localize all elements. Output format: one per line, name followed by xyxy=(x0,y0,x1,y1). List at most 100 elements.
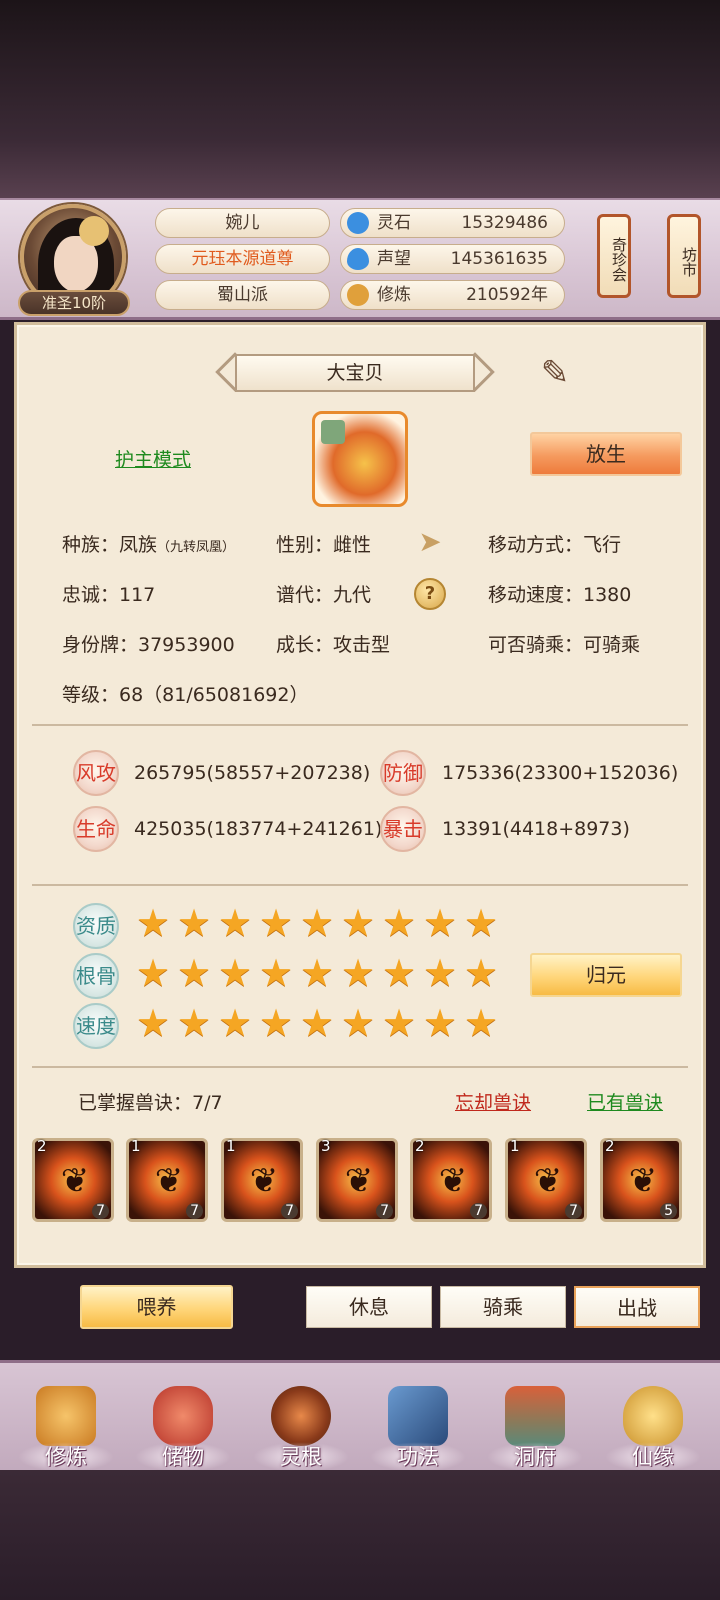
star-icon: ★ xyxy=(259,901,294,945)
restore-button[interactable]: 归元 xyxy=(530,953,682,997)
avatar-hairpin xyxy=(79,216,109,246)
skill-count: 7 xyxy=(376,1203,393,1219)
generation-info: 谱代：九代 xyxy=(276,584,372,606)
guard-mode-link[interactable]: 护主模式 xyxy=(115,445,191,472)
next-arrow-icon[interactable]: ➤ xyxy=(413,527,447,557)
skill-card[interactable]: ❦ 2 7 xyxy=(32,1137,114,1222)
star-icon: ★ xyxy=(136,1001,171,1045)
skill-card[interactable]: ❦ 2 7 xyxy=(410,1137,492,1222)
nav-label: 灵根 xyxy=(253,1442,349,1472)
section-divider xyxy=(32,1066,688,1068)
attribute-value: 425035(183774+241261) xyxy=(134,818,383,840)
skill-count: 7 xyxy=(470,1203,487,1219)
resource-label: 声望 xyxy=(377,249,411,269)
star-icon: ★ xyxy=(218,951,253,995)
book-quill-icon[interactable]: ✎ xyxy=(530,352,580,394)
phoenix-icon: ❦ xyxy=(438,1161,468,1201)
forget-skill-link[interactable]: 忘却兽诀 xyxy=(455,1088,531,1115)
star-icon: ★ xyxy=(300,901,335,945)
release-button[interactable]: 放生 xyxy=(530,432,682,476)
star-icon: ★ xyxy=(177,1001,212,1045)
help-icon[interactable]: ? xyxy=(414,578,446,610)
resource-prestige: 声望 145361635 xyxy=(340,244,565,274)
attribute-value: 175336(23300+152036) xyxy=(442,762,679,784)
player-title[interactable]: 元珏本源道尊 xyxy=(155,244,330,274)
resource-value: 15329486 xyxy=(461,213,548,233)
skill-level: 1 xyxy=(131,1137,141,1155)
star-icon: ★ xyxy=(464,1001,499,1045)
star-icon: ★ xyxy=(218,901,253,945)
nav-immortal-fate[interactable]: 仙缘 xyxy=(605,1382,701,1478)
star-icon: ★ xyxy=(341,951,376,995)
phoenix-icon: ❦ xyxy=(60,1161,90,1201)
battle-button[interactable]: 出战 xyxy=(574,1286,700,1328)
owned-skills-link[interactable]: 已有兽诀 xyxy=(587,1088,663,1115)
resource-value: 210592年 xyxy=(466,285,548,305)
star-icon: ★ xyxy=(218,1001,253,1045)
attribute-value: 265795(58557+207238) xyxy=(134,762,371,784)
nav-label: 功法 xyxy=(370,1442,466,1472)
nav-technique[interactable]: 功法 xyxy=(370,1382,466,1478)
quality-stars: ★ ★ ★ ★ ★ ★ ★ ★ ★ xyxy=(136,1001,501,1045)
star-icon: ★ xyxy=(177,901,212,945)
skill-level: 2 xyxy=(415,1137,425,1155)
star-icon: ★ xyxy=(259,951,294,995)
skill-card[interactable]: ❦ 1 7 xyxy=(221,1137,303,1222)
pet-name[interactable]: 大宝贝 xyxy=(235,354,475,392)
pet-nameplate: 大宝贝 xyxy=(215,350,495,396)
mastered-skills-count: 已掌握兽诀：7/7 xyxy=(78,1092,223,1114)
star-icon: ★ xyxy=(423,901,458,945)
skill-card[interactable]: ❦ 1 7 xyxy=(126,1137,208,1222)
phoenix-icon: ❦ xyxy=(344,1161,374,1201)
nav-spirit-root[interactable]: 灵根 xyxy=(253,1382,349,1478)
skill-card[interactable]: ❦ 1 7 xyxy=(505,1137,587,1222)
nav-cultivation[interactable]: 修炼 xyxy=(18,1382,114,1478)
pet-portrait[interactable] xyxy=(312,411,408,507)
resource-value: 145361635 xyxy=(450,249,548,269)
skill-card[interactable]: ❦ 3 7 xyxy=(316,1137,398,1222)
quality-stars: ★ ★ ★ ★ ★ ★ ★ ★ ★ xyxy=(136,951,501,995)
attribute-badge: 生命 xyxy=(73,806,119,852)
star-icon: ★ xyxy=(382,901,417,945)
skill-level: 2 xyxy=(37,1137,47,1155)
move-speed-info: 移动速度：1380 xyxy=(488,584,632,606)
gender-info: 性别：雌性 xyxy=(276,534,372,556)
resource-label: 修炼 xyxy=(377,285,411,305)
attribute-value: 13391(4418+8973) xyxy=(442,818,630,840)
bottom-backdrop xyxy=(0,1470,720,1600)
attribute-badge: 暴击 xyxy=(380,806,426,852)
treasure-auction-button[interactable]: 奇珍会 xyxy=(597,214,631,298)
star-icon: ★ xyxy=(382,1001,417,1045)
immortal-fate-icon xyxy=(623,1386,683,1446)
growth-info: 成长：攻击型 xyxy=(276,634,391,656)
skill-count: 7 xyxy=(565,1203,582,1219)
attribute-badge: 风攻 xyxy=(73,750,119,796)
quality-stars: ★ ★ ★ ★ ★ ★ ★ ★ ★ xyxy=(136,901,501,945)
skill-card[interactable]: ❦ 2 5 xyxy=(600,1137,682,1222)
spirit-stone-icon xyxy=(347,212,369,234)
star-icon: ★ xyxy=(300,1001,335,1045)
market-button[interactable]: 坊市 xyxy=(667,214,701,298)
quality-badge: 资质 xyxy=(73,903,119,949)
nav-storage[interactable]: 储物 xyxy=(135,1382,231,1478)
nav-label: 仙缘 xyxy=(605,1442,701,1472)
race-info: 种族：凤族（九转凤凰） xyxy=(62,530,235,557)
spirit-root-icon xyxy=(271,1386,331,1446)
cultivation-icon xyxy=(347,284,369,306)
rest-button[interactable]: 休息 xyxy=(306,1286,432,1328)
section-divider xyxy=(32,724,688,726)
race-sub: （九转凤凰） xyxy=(157,540,236,555)
star-icon: ★ xyxy=(341,1001,376,1045)
feed-button[interactable]: 喂养 xyxy=(80,1285,233,1329)
skill-count: 7 xyxy=(186,1203,203,1219)
player-name: 婉儿 xyxy=(155,208,330,238)
ride-button[interactable]: 骑乘 xyxy=(440,1286,566,1328)
resource-spirit-stone: 灵石 15329486 xyxy=(340,208,565,238)
nav-label: 储物 xyxy=(135,1442,231,1472)
skill-count: 5 xyxy=(660,1203,677,1219)
level-info: 等级：68（81/65081692） xyxy=(62,684,309,706)
star-icon: ★ xyxy=(423,1001,458,1045)
player-sect[interactable]: 蜀山派 xyxy=(155,280,330,310)
nav-cave-dwelling[interactable]: 洞府 xyxy=(487,1382,583,1478)
phoenix-icon: ❦ xyxy=(154,1161,184,1201)
